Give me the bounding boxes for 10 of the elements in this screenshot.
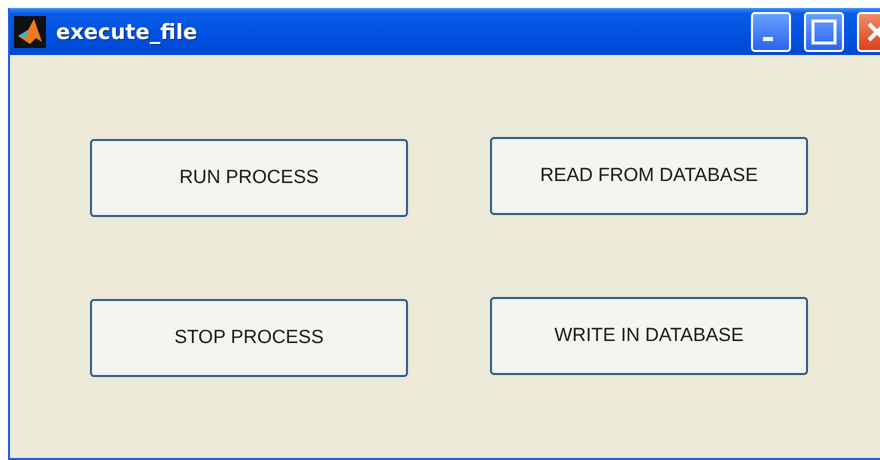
app-logo-icon xyxy=(14,16,46,48)
action-button[interactable]: WRITE IN DATABASE xyxy=(490,297,808,375)
maximize-icon xyxy=(810,18,838,46)
action-button[interactable]: STOP PROCESS xyxy=(90,299,408,377)
action-button[interactable]: RUN PROCESS xyxy=(90,139,408,217)
maximize-button[interactable] xyxy=(804,12,844,52)
minimize-button[interactable] xyxy=(751,12,791,52)
minimize-icon xyxy=(763,36,773,40)
action-button[interactable]: READ FROM DATABASE xyxy=(490,137,808,215)
window-title: execute_file xyxy=(56,20,198,44)
